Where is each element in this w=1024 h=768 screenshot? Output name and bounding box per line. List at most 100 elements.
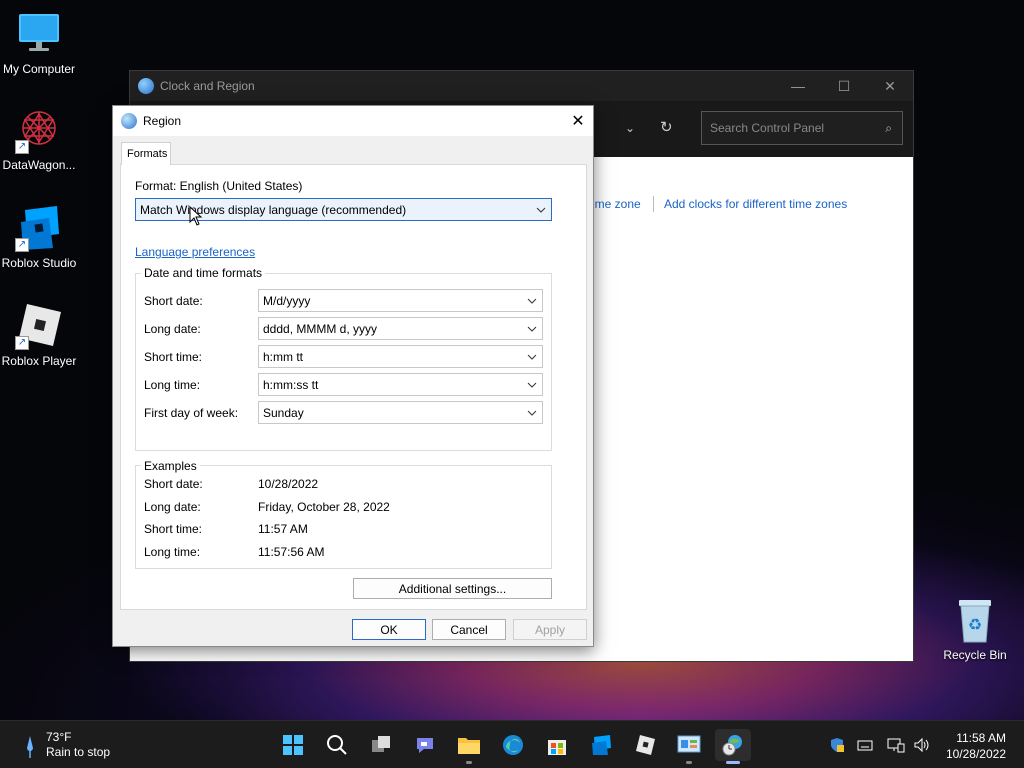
desktop-icon-label: Roblox Player xyxy=(1,354,77,368)
additional-settings-button[interactable]: Additional settings... xyxy=(353,578,552,599)
desktop-icon-label: Recycle Bin xyxy=(943,648,1007,662)
search-icon: ⌕ xyxy=(885,120,892,135)
example-long-time-label: Long time: xyxy=(144,545,201,559)
example-long-date-label: Long date: xyxy=(144,500,201,514)
store-icon xyxy=(548,740,566,755)
taskbar-search-button[interactable] xyxy=(319,729,355,761)
task-view-button[interactable] xyxy=(363,729,399,761)
weather-widget[interactable]: 73°F Rain to stop xyxy=(24,730,110,762)
desktop-icon-label: DataWagon... xyxy=(2,158,76,172)
close-button[interactable]: ✕ xyxy=(867,71,913,101)
start-button[interactable] xyxy=(275,729,311,761)
chevron-down-icon xyxy=(526,407,538,419)
short-date-select[interactable]: M/d/yyyy xyxy=(258,289,543,312)
example-short-time-value: 11:57 AM xyxy=(258,522,308,536)
format-label: Format: English (United States) xyxy=(135,179,303,193)
long-time-select[interactable]: h:mm:ss tt xyxy=(258,373,543,396)
desktop-icon-recycle-bin[interactable]: ♻ Recycle Bin xyxy=(936,596,1014,662)
desktop-icon-roblox-player[interactable]: ↗ Roblox Player xyxy=(0,302,78,368)
example-long-time-value: 11:57:56 AM xyxy=(258,545,325,559)
datawagon-icon: ↗ xyxy=(15,106,63,154)
desktop-icon-datawagon[interactable]: ↗ DataWagon... xyxy=(0,106,78,172)
recycle-bin-icon: ♻ xyxy=(951,596,999,644)
volume-icon[interactable] xyxy=(913,737,931,756)
chevron-down-icon xyxy=(526,323,538,335)
example-long-date-value: Friday, October 28, 2022 xyxy=(258,500,390,514)
long-date-value: dddd, MMMM d, yyyy xyxy=(263,321,378,336)
desktop-icon-label: My Computer xyxy=(2,62,76,76)
ok-button[interactable]: OK xyxy=(352,619,426,640)
control-panel-icon xyxy=(677,735,701,753)
chevron-down-icon xyxy=(535,204,547,216)
control-panel-taskbar-button[interactable] xyxy=(671,729,707,764)
clock-time: 11:58 AM xyxy=(956,731,1006,745)
minimize-button[interactable]: — xyxy=(775,71,821,101)
long-date-label: Long date: xyxy=(144,322,201,336)
first-day-value: Sunday xyxy=(263,405,304,420)
chat-icon xyxy=(417,738,433,753)
control-panel-titlebar[interactable]: Clock and Region — ☐ ✕ xyxy=(130,71,913,101)
dialog-titlebar[interactable]: Region ✕ xyxy=(113,106,593,136)
roblox-studio-icon: ↗ xyxy=(15,204,63,252)
roblox-studio-taskbar-button[interactable] xyxy=(583,729,619,761)
chevron-down-icon xyxy=(526,379,538,391)
date-time-formats-title: Date and time formats xyxy=(141,266,266,280)
short-time-select[interactable]: h:mm tt xyxy=(258,345,543,368)
keyboard-icon[interactable] xyxy=(857,737,873,756)
taskbar-clock[interactable]: 11:58 AM 10/28/2022 xyxy=(946,730,1006,762)
examples-title: Examples xyxy=(141,459,200,473)
region-taskbar-button[interactable] xyxy=(715,729,751,764)
long-time-label: Long time: xyxy=(144,378,201,392)
first-day-select[interactable]: Sunday xyxy=(258,401,543,424)
region-icon xyxy=(722,735,742,756)
roblox-player-icon xyxy=(636,735,655,755)
roblox-player-taskbar-button[interactable] xyxy=(627,729,663,761)
running-indicator xyxy=(466,761,472,764)
chat-button[interactable] xyxy=(407,729,443,761)
store-button[interactable] xyxy=(539,729,575,761)
file-explorer-button[interactable] xyxy=(451,729,487,764)
dialog-title: Region xyxy=(143,114,182,128)
roblox-player-icon: ↗ xyxy=(15,302,63,350)
language-preferences-link[interactable]: Language preferences xyxy=(135,245,255,259)
region-dialog: Region ✕ Formats Format: English (United… xyxy=(112,105,594,647)
file-explorer-icon xyxy=(458,738,480,754)
long-date-select[interactable]: dddd, MMMM d, yyyy xyxy=(258,317,543,340)
add-clocks-link[interactable]: Add clocks for different time zones xyxy=(664,197,847,211)
chevron-down-icon[interactable]: ⌄ xyxy=(625,121,635,135)
refresh-icon[interactable]: ↻ xyxy=(660,118,673,136)
apply-button[interactable]: Apply xyxy=(513,619,587,640)
search-input[interactable]: Search Control Panel ⌕ xyxy=(701,111,903,145)
security-shield-icon[interactable] xyxy=(829,737,845,756)
chevron-down-icon xyxy=(526,295,538,307)
globe-icon xyxy=(121,113,137,129)
svg-text:♻: ♻ xyxy=(968,617,982,634)
link-separator xyxy=(653,196,654,212)
tab-formats[interactable]: Formats xyxy=(121,142,171,165)
format-select-value: Match Windows display language (recommen… xyxy=(140,202,407,217)
running-indicator xyxy=(726,761,740,764)
roblox-studio-icon xyxy=(592,735,611,755)
short-time-value: h:mm tt xyxy=(263,349,304,364)
chevron-down-icon xyxy=(526,351,538,363)
first-day-label: First day of week: xyxy=(144,406,239,420)
window-title: Clock and Region xyxy=(160,79,255,93)
monitor-icon xyxy=(15,10,63,58)
task-view-icon xyxy=(372,736,390,752)
cancel-button[interactable]: Cancel xyxy=(432,619,506,640)
search-placeholder: Search Control Panel xyxy=(710,121,825,135)
running-indicator xyxy=(686,761,692,764)
close-button[interactable]: ✕ xyxy=(563,106,593,136)
desktop-icon-roblox-studio[interactable]: ↗ Roblox Studio xyxy=(0,204,78,270)
edge-button[interactable] xyxy=(495,729,531,761)
weather-desc: Rain to stop xyxy=(46,745,111,759)
clock-date: 10/28/2022 xyxy=(945,747,1006,761)
network-icon[interactable] xyxy=(887,737,905,756)
shortcut-arrow-icon: ↗ xyxy=(15,238,29,252)
example-short-date-label: Short date: xyxy=(144,477,203,491)
maximize-button[interactable]: ☐ xyxy=(821,71,867,101)
desktop-icon-my-computer[interactable]: My Computer xyxy=(0,10,78,76)
change-time-zone-link[interactable]: ime zone xyxy=(592,197,641,211)
short-date-label: Short date: xyxy=(144,294,203,308)
short-time-label: Short time: xyxy=(144,350,203,364)
